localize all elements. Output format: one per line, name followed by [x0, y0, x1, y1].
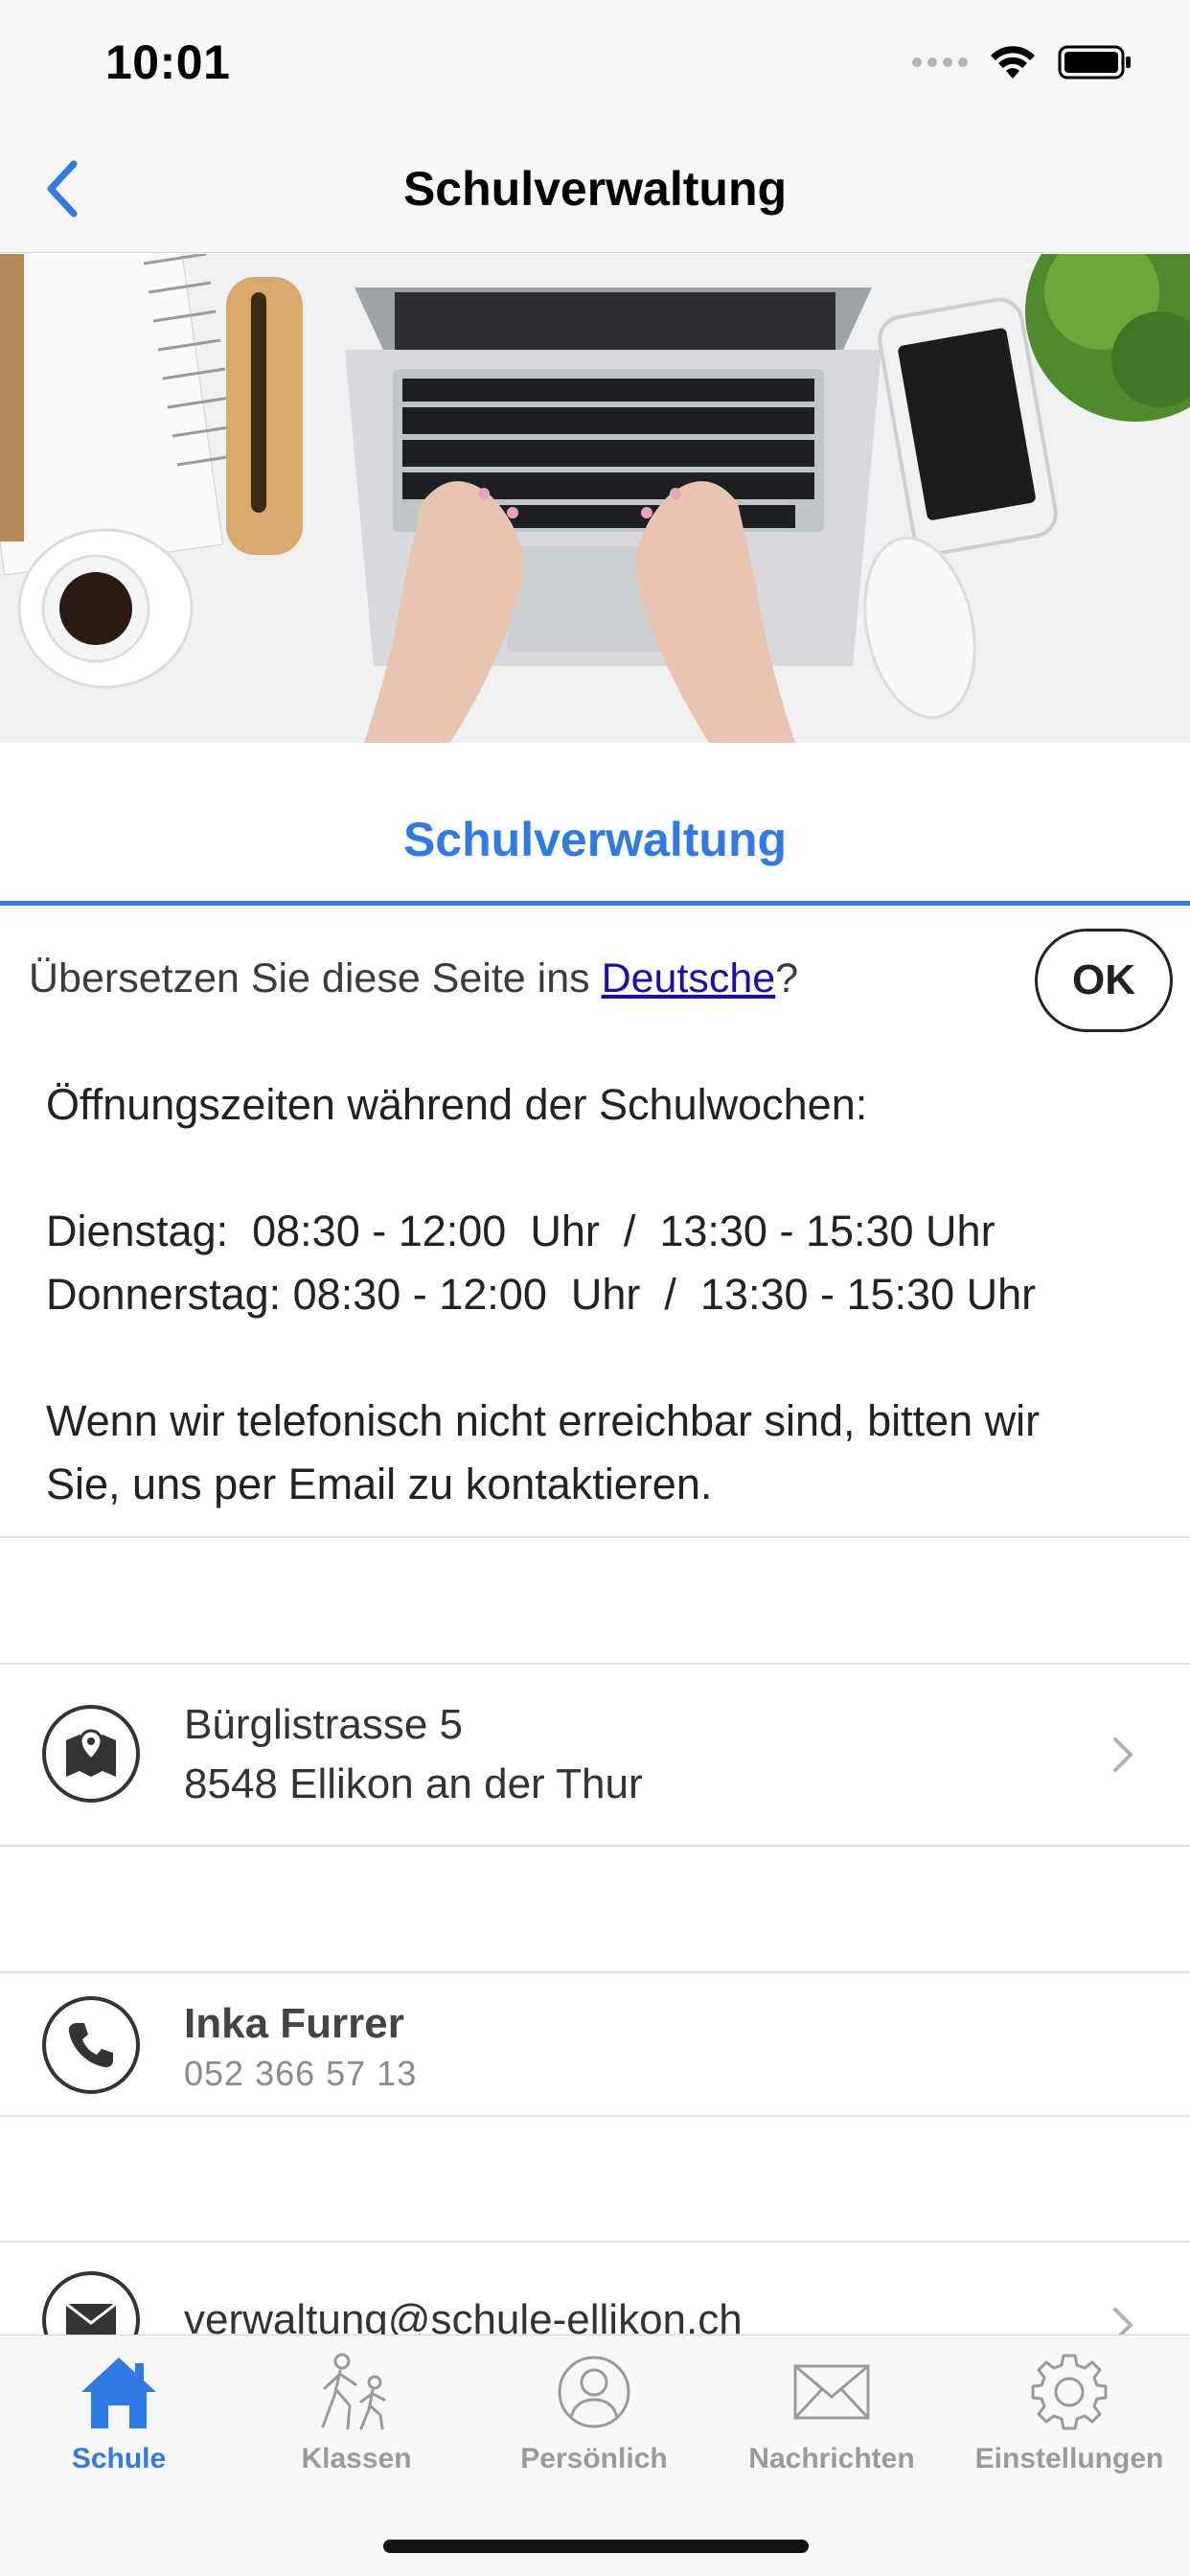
address-city: 8548 Ellikon an der Thur — [184, 1760, 643, 1807]
translate-link[interactable]: Deutsche — [602, 955, 776, 1001]
chevron-right-icon — [1113, 1737, 1133, 1772]
battery-icon — [1058, 45, 1131, 80]
address-row[interactable]: Bürglistrasse 5 8548 Ellikon an der Thur — [0, 1665, 1190, 1845]
translate-suffix: ? — [775, 955, 799, 1001]
tab-label: Einstellungen — [974, 2443, 1164, 2474]
tab-einstellungen[interactable]: Einstellungen — [950, 2349, 1188, 2493]
section-title: Schulverwaltung — [402, 813, 788, 866]
tab-label: Nachrichten — [748, 2443, 915, 2474]
ok-button[interactable]: OK — [1035, 929, 1173, 1032]
info-line: Sie, uns per Email zu kontaktieren. — [46, 1460, 713, 1508]
translate-prefix: Übersetzen Sie diese Seite ins — [29, 955, 602, 1001]
info-line: Öffnungszeiten während der Schulwochen: — [46, 1080, 868, 1129]
status-icons — [912, 44, 1133, 80]
status-time: 10:01 — [105, 35, 231, 89]
email-address: verwaltung@schule-ellikon.ch — [184, 2296, 743, 2334]
opening-hours-text: Öffnungszeiten während der Schulwochen: … — [46, 1073, 1157, 1516]
contact-name: Inka Furrer — [184, 2000, 404, 2047]
section-heading: Schulverwaltung — [0, 743, 1190, 906]
signal-icon — [912, 58, 968, 67]
gear-icon — [1026, 2349, 1112, 2435]
tab-nachrichten[interactable]: Nachrichten — [713, 2349, 950, 2493]
map-pin-icon — [42, 1705, 140, 1803]
chevron-right-icon — [1113, 2308, 1133, 2334]
walking-people-icon — [313, 2349, 400, 2435]
phone-icon — [42, 1996, 140, 2094]
tab-label: Schule — [71, 2443, 167, 2474]
info-line: Wenn wir telefonisch nicht erreichbar si… — [46, 1396, 1041, 1445]
translate-text: Übersetzen Sie diese Seite ins Deutsche? — [29, 955, 798, 1002]
status-bar: 10:01 — [0, 0, 1190, 126]
tab-schule[interactable]: Schule — [0, 2349, 238, 2493]
info-line: Donnerstag: 08:30 - 12:00 Uhr / 13:30 - … — [46, 1270, 1037, 1319]
home-indicator — [383, 2540, 809, 2553]
tab-klassen[interactable]: Klassen — [238, 2349, 475, 2493]
info-line: Dienstag: 08:30 - 12:00 Uhr / 13:30 - 15… — [46, 1207, 995, 1255]
address-street: Bürglistrasse 5 — [184, 1701, 464, 1748]
navigation-bar: Schulverwaltung — [0, 126, 1190, 253]
divider — [0, 1845, 1190, 1847]
envelope-icon — [789, 2349, 875, 2435]
wifi-icon — [991, 46, 1035, 79]
tab-label: Klassen — [301, 2443, 412, 2474]
contact-row[interactable]: Inka Furrer 052 366 57 13 — [0, 1973, 1190, 2115]
hero-image — [0, 254, 1190, 743]
translate-banner: Übersetzen Sie diese Seite ins Deutsche?… — [0, 906, 1190, 1049]
divider — [0, 2115, 1190, 2117]
divider — [0, 1536, 1190, 1538]
person-icon — [551, 2349, 637, 2435]
home-icon — [76, 2349, 162, 2435]
contact-phone: 052 366 57 13 — [184, 2054, 418, 2093]
page-title: Schulverwaltung — [402, 162, 788, 216]
tab-persoenlich[interactable]: Persönlich — [475, 2349, 713, 2493]
envelope-icon — [42, 2271, 140, 2334]
tab-label: Persönlich — [520, 2443, 668, 2474]
email-row[interactable]: verwaltung@schule-ellikon.ch — [0, 2242, 1190, 2334]
